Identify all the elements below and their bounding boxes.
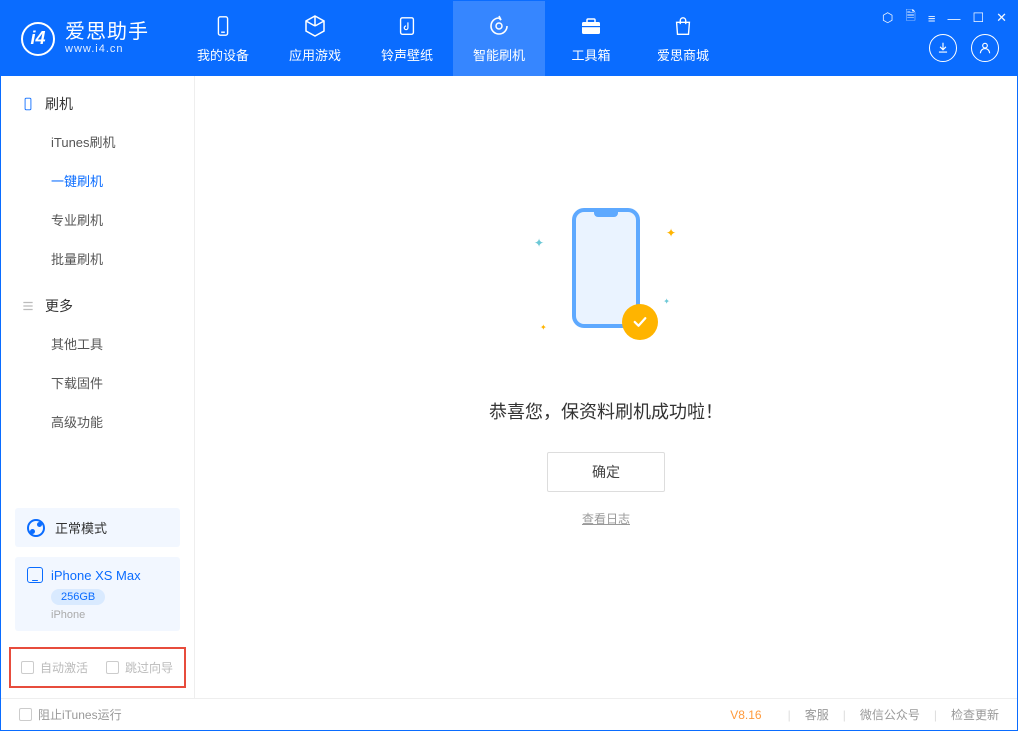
tab-label: 应用游戏: [289, 45, 341, 64]
sidebar-item-advanced[interactable]: 高级功能: [1, 402, 194, 441]
header-bar: i4 爱思助手 www.i4.cn 我的设备 应用游戏 铃声壁纸 智能刷机: [1, 1, 1017, 76]
device-type: iPhone: [51, 609, 168, 621]
capacity-badge: 256GB: [51, 589, 105, 605]
app-logo: i4 爱思助手 www.i4.cn: [21, 21, 149, 55]
download-button[interactable]: [929, 34, 957, 62]
logo-subtitle: www.i4.cn: [65, 43, 149, 55]
body-area: 刷机 iTunes刷机 一键刷机 专业刷机 批量刷机 更多 其他工具 下载固件 …: [1, 76, 1017, 698]
window-controls: ⬡ 🗎 ≡ — ☐ ✕: [882, 7, 1007, 29]
user-button[interactable]: [971, 34, 999, 62]
tab-store[interactable]: 爱思商城: [637, 1, 729, 76]
sidebar: 刷机 iTunes刷机 一键刷机 专业刷机 批量刷机 更多 其他工具 下载固件 …: [1, 76, 195, 698]
success-illustration: ✦ ✦ ✦ ✦: [546, 208, 666, 368]
tab-toolbox[interactable]: 工具箱: [545, 1, 637, 76]
refresh-icon: [486, 13, 512, 39]
checkbox-skip-guide[interactable]: 跳过向导: [106, 659, 173, 676]
sidebar-item-download-firmware[interactable]: 下载固件: [1, 363, 194, 402]
success-message: 恭喜您，保资料刷机成功啦！: [489, 398, 723, 424]
mode-label: 正常模式: [55, 518, 107, 537]
logo-icon: i4: [21, 22, 55, 56]
sparkle-icon: ✦: [666, 226, 676, 240]
checkbox-icon: [21, 661, 34, 674]
tab-ringtone-wallpaper[interactable]: 铃声壁纸: [361, 1, 453, 76]
checkbox-label: 自动激活: [40, 659, 88, 676]
main-content: ✦ ✦ ✦ ✦ 恭喜您，保资料刷机成功啦！ 确定 查看日志: [195, 76, 1017, 698]
phone-icon: [21, 97, 35, 111]
ok-button[interactable]: 确定: [547, 452, 665, 492]
checkbox-panel: 自动激活 跳过向导: [9, 647, 186, 688]
sidebar-section-more: 更多 其他工具 下载固件 高级功能: [1, 278, 194, 441]
sidebar-item-batch-flash[interactable]: 批量刷机: [1, 239, 194, 278]
sidebar-item-oneclick-flash[interactable]: 一键刷机: [1, 161, 194, 200]
music-icon: [394, 13, 420, 39]
footer-link-update[interactable]: 检查更新: [951, 706, 999, 723]
device-icon: [210, 13, 236, 39]
sparkle-icon: ✦: [534, 236, 544, 250]
device-box[interactable]: iPhone XS Max 256GB iPhone: [15, 557, 180, 631]
cube-icon: [302, 13, 328, 39]
main-tabs: 我的设备 应用游戏 铃声壁纸 智能刷机 工具箱 爱思商城: [177, 1, 729, 76]
bag-icon: [670, 13, 696, 39]
tab-smart-flash[interactable]: 智能刷机: [453, 1, 545, 76]
close-button[interactable]: ✕: [996, 10, 1007, 26]
sparkle-icon: ✦: [540, 323, 547, 332]
footer-link-wechat[interactable]: 微信公众号: [860, 706, 920, 723]
sidebar-header-label: 刷机: [45, 94, 73, 114]
sidebar-item-pro-flash[interactable]: 专业刷机: [1, 200, 194, 239]
tab-label: 智能刷机: [473, 45, 525, 64]
logo-title: 爱思助手: [65, 21, 149, 43]
checkbox-label: 跳过向导: [125, 659, 173, 676]
minimize-button[interactable]: —: [947, 11, 960, 26]
menu-icon[interactable]: ≡: [928, 11, 936, 26]
checkbox-icon: [19, 708, 32, 721]
tab-apps-games[interactable]: 应用游戏: [269, 1, 361, 76]
sidebar-item-itunes-flash[interactable]: iTunes刷机: [1, 122, 194, 161]
sidebar-item-other-tools[interactable]: 其他工具: [1, 324, 194, 363]
checkbox-auto-activate[interactable]: 自动激活: [21, 659, 88, 676]
checkbox-icon: [106, 661, 119, 674]
tab-label: 我的设备: [197, 45, 249, 64]
version-label: V8.16: [730, 708, 761, 722]
tab-label: 爱思商城: [657, 45, 709, 64]
note-icon[interactable]: 🗎: [905, 7, 915, 29]
app-window: i4 爱思助手 www.i4.cn 我的设备 应用游戏 铃声壁纸 智能刷机: [0, 0, 1018, 731]
footer-bar: 阻止iTunes运行 V8.16 | 客服 | 微信公众号 | 检查更新: [1, 698, 1017, 730]
sidebar-header-more: 更多: [1, 296, 194, 324]
footer-link-support[interactable]: 客服: [805, 706, 829, 723]
tab-label: 工具箱: [571, 45, 610, 64]
sidebar-header-flash: 刷机: [1, 94, 194, 122]
mode-box[interactable]: 正常模式: [15, 508, 180, 547]
header-right-buttons: [929, 34, 999, 62]
device-name: iPhone XS Max: [51, 568, 141, 583]
tab-label: 铃声壁纸: [381, 45, 433, 64]
tshirt-icon[interactable]: ⬡: [882, 10, 893, 26]
menu-icon: [21, 299, 35, 313]
device-icon: [27, 567, 43, 583]
sidebar-header-label: 更多: [45, 296, 73, 316]
maximize-button[interactable]: ☐: [972, 10, 984, 26]
view-log-link[interactable]: 查看日志: [582, 510, 630, 527]
sidebar-section-flash: 刷机 iTunes刷机 一键刷机 专业刷机 批量刷机: [1, 76, 194, 278]
toolbox-icon: [578, 13, 604, 39]
mode-icon: [27, 519, 45, 537]
check-badge-icon: [622, 304, 658, 340]
checkbox-block-itunes[interactable]: 阻止iTunes运行: [19, 706, 122, 723]
tab-my-device[interactable]: 我的设备: [177, 1, 269, 76]
sparkle-icon: ✦: [663, 297, 670, 306]
checkbox-label: 阻止iTunes运行: [38, 706, 122, 723]
